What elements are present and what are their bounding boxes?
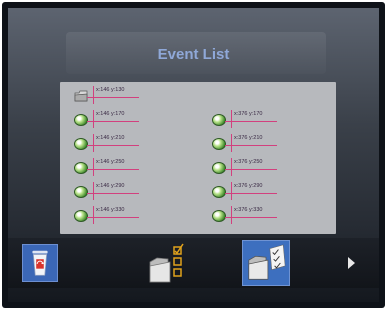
event-list-panel: x:146 y:130 x:146 y:170 x:146 y:210 x:14… (60, 82, 336, 234)
event-item[interactable]: x:146 y:170 (74, 110, 194, 128)
device-frame: Event List x:146 y:130 x:146 y:170 x:146… (2, 2, 385, 308)
event-coordinates: x:376 y:170 (234, 111, 263, 117)
marker-vertical-line (231, 134, 232, 152)
marker-horizontal-line (87, 145, 139, 146)
marker-horizontal-line (225, 193, 277, 194)
marker-vertical-line (93, 206, 94, 224)
event-item[interactable]: x:376 y:170 (212, 110, 332, 128)
globe-icon (74, 138, 88, 150)
marker-horizontal-line (225, 169, 277, 170)
event-item[interactable]: x:376 y:250 (212, 158, 332, 176)
marker-vertical-line (93, 134, 94, 152)
event-item[interactable]: x:146 y:330 (74, 206, 194, 224)
bottom-toolbar (8, 238, 379, 288)
globe-icon (74, 162, 88, 174)
marker-vertical-line (231, 158, 232, 176)
globe-icon (74, 186, 88, 198)
marker-horizontal-line (225, 217, 277, 218)
marker-horizontal-line (225, 121, 277, 122)
folder-checked-list-icon (248, 244, 286, 280)
marker-vertical-line (93, 182, 94, 200)
globe-icon (212, 162, 226, 174)
marker-horizontal-line (87, 97, 139, 98)
marker-horizontal-line (225, 145, 277, 146)
globe-icon (212, 138, 226, 150)
globe-icon (74, 114, 88, 126)
globe-icon (212, 186, 226, 198)
marker-horizontal-line (87, 169, 139, 170)
page-title: Event List (157, 46, 230, 63)
event-item[interactable]: x:376 y:330 (212, 206, 332, 224)
globe-icon (74, 210, 88, 222)
marker-horizontal-line (87, 193, 139, 194)
marker-horizontal-line (87, 121, 139, 122)
event-coordinates: x:146 y:170 (96, 111, 125, 117)
recycle-bin-icon (32, 250, 48, 276)
marker-vertical-line (231, 182, 232, 200)
folder-checklist-icon (149, 243, 184, 283)
recycle-bin-button[interactable] (22, 244, 58, 282)
marker-vertical-line (93, 110, 94, 128)
event-item[interactable]: x:146 y:210 (74, 134, 194, 152)
folder-checklist-selected-button[interactable] (242, 240, 290, 286)
event-item[interactable]: x:146 y:250 (74, 158, 194, 176)
event-coordinates: x:146 y:130 (96, 87, 125, 93)
event-item[interactable]: x:376 y:210 (212, 134, 332, 152)
marker-vertical-line (93, 158, 94, 176)
marker-vertical-line (93, 86, 94, 104)
event-coordinates: x:376 y:290 (234, 183, 263, 189)
event-coordinates: x:146 y:250 (96, 159, 125, 165)
event-coordinates: x:376 y:330 (234, 207, 263, 213)
arrow-right-icon[interactable] (348, 257, 355, 269)
folder-icon (74, 90, 88, 102)
marker-vertical-line (231, 110, 232, 128)
event-item[interactable]: x:146 y:130 (74, 86, 194, 104)
event-item[interactable]: x:146 y:290 (74, 182, 194, 200)
globe-icon (212, 114, 226, 126)
globe-icon (212, 210, 226, 222)
folder-checklist-button[interactable] (146, 240, 194, 286)
marker-vertical-line (231, 206, 232, 224)
event-item[interactable]: x:376 y:290 (212, 182, 332, 200)
event-coordinates: x:376 y:250 (234, 159, 263, 165)
event-coordinates: x:146 y:210 (96, 135, 125, 141)
event-coordinates: x:376 y:210 (234, 135, 263, 141)
marker-horizontal-line (87, 217, 139, 218)
event-coordinates: x:146 y:330 (96, 207, 125, 213)
event-coordinates: x:146 y:290 (96, 183, 125, 189)
screen: Event List x:146 y:130 x:146 y:170 x:146… (8, 8, 379, 302)
